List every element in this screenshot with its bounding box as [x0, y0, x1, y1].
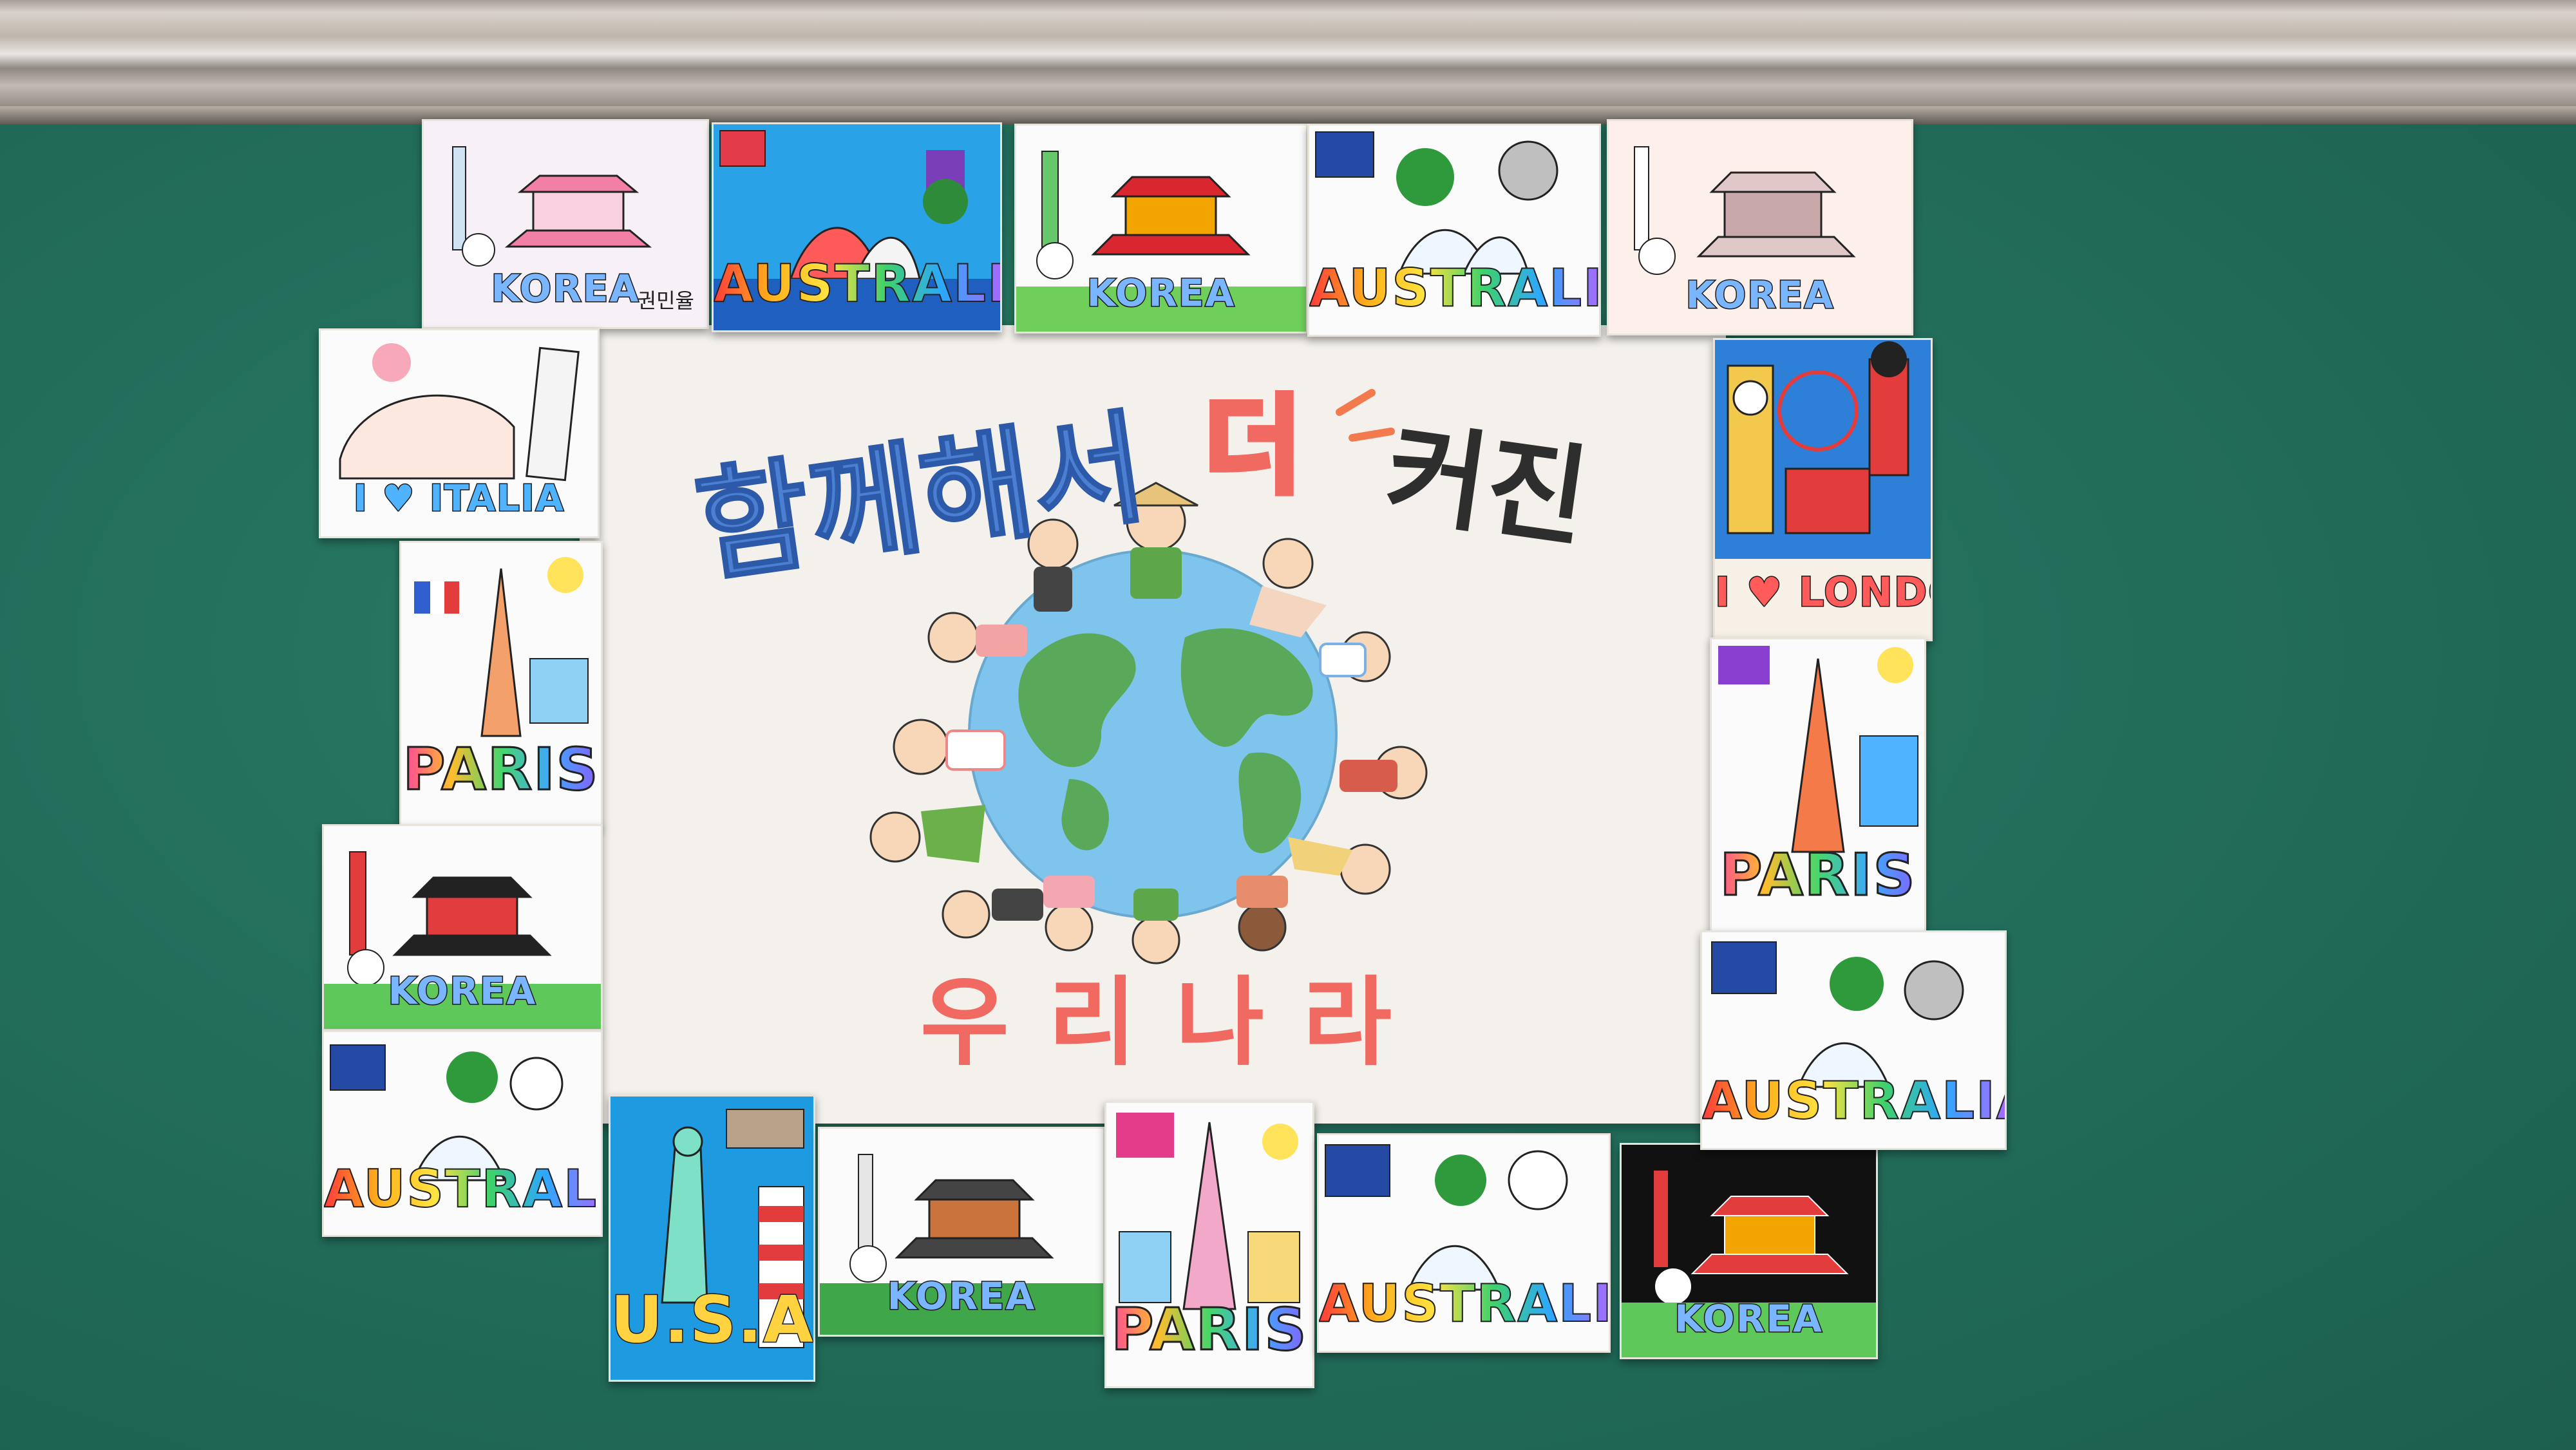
- card-label: KOREA: [1674, 1295, 1823, 1341]
- card-label: AUSTRALIA: [324, 1158, 601, 1219]
- card-korea-5: KOREA: [818, 1127, 1105, 1337]
- card-label: AUSTRALIA: [714, 253, 1000, 314]
- card-label: PARIS: [1106, 1295, 1312, 1364]
- card-label: I ♥ LONDON: [1715, 567, 1931, 616]
- card-label: PARIS: [401, 735, 601, 804]
- card-australia-3: AUSTRALIA: [322, 1030, 603, 1237]
- card-label: KOREA: [1685, 272, 1835, 317]
- poster-title-line1: 함께해서 더 커진: [687, 386, 1595, 579]
- sparkle-marks: [1336, 389, 1395, 442]
- card-korea-4: KOREA: [322, 824, 603, 1031]
- card-usa: U.S.A: [609, 1095, 815, 1382]
- student-signature: 권민율: [637, 288, 694, 313]
- card-paris-3: PARIS: [1710, 637, 1926, 934]
- card-australia-1: AUSTRALIA: [712, 122, 1002, 332]
- card-korea-6: KOREA: [1620, 1143, 1878, 1359]
- title-our-country: 우리나라: [920, 967, 1430, 1075]
- chalk-rail-lip: [0, 106, 2576, 124]
- card-paris-1: PARIS: [399, 541, 603, 828]
- card-korea-3: KOREA: [1607, 119, 1913, 335]
- card-australia-2: AUSTRALIA: [1307, 124, 1601, 337]
- card-london: I ♥ LONDON: [1713, 338, 1933, 641]
- card-australia-4: AUSTRALIA: [1317, 1133, 1611, 1353]
- card-label: KOREA: [886, 1274, 1036, 1319]
- title-part-more: 더: [1204, 386, 1302, 508]
- card-label: KOREA: [1086, 270, 1236, 316]
- card-paris-2: PARIS: [1104, 1101, 1314, 1388]
- card-label: KOREA: [387, 968, 537, 1013]
- card-label: PARIS: [1712, 840, 1924, 910]
- title-part-together: 함께해서: [688, 396, 1154, 579]
- card-label: AUSTRALIA: [1319, 1273, 1609, 1334]
- card-korea-1: KOREA 권민율: [422, 119, 709, 329]
- poster-title-line2: 우리나라: [920, 967, 1430, 1075]
- title-part-bigger: 커진: [1378, 409, 1595, 563]
- card-korea-2: KOREA: [1014, 124, 1308, 334]
- card-label: I ♥ ITALIA: [353, 477, 565, 521]
- chalk-rail: [0, 0, 2576, 122]
- card-label: AUSTRALIA: [1702, 1070, 2007, 1131]
- card-italia: I ♥ ITALIA: [319, 328, 600, 538]
- card-australia-5: AUSTRALIA: [1700, 930, 2007, 1150]
- card-label: AUSTRALIA: [1309, 258, 1599, 319]
- card-label: U.S.A: [611, 1281, 815, 1358]
